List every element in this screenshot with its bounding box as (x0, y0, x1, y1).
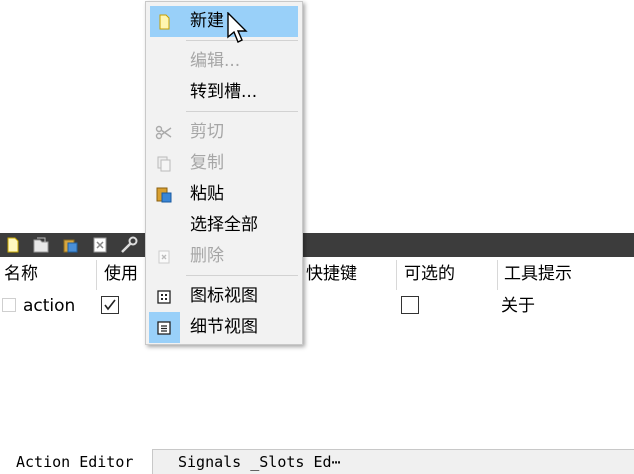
menu-item-label: 细节视图 (190, 317, 258, 337)
menu-item-cut[interactable]: 剪切 (146, 117, 302, 148)
menu-item-label: 新建 (190, 11, 224, 31)
delete-icon[interactable] (91, 236, 109, 254)
new-icon[interactable] (4, 236, 22, 254)
mouse-cursor-icon (227, 11, 249, 48)
delete-icon (154, 247, 174, 267)
menu-item-label: 剪切 (190, 122, 224, 142)
used-checkbox[interactable] (101, 296, 119, 314)
wrench-icon[interactable] (119, 236, 138, 254)
menu-separator (186, 111, 298, 112)
checkable-checkbox[interactable] (401, 296, 419, 314)
column-header-used[interactable]: 使用 (104, 260, 138, 288)
tooltip-cell[interactable]: 关于 (501, 294, 535, 318)
column-header-shortcut[interactable]: 快捷键 (306, 260, 357, 288)
paste-icon (154, 185, 174, 205)
menu-separator (186, 275, 298, 276)
action-name-cell[interactable]: action (23, 294, 75, 318)
menu-item-copy[interactable]: 复制 (146, 148, 302, 179)
new-doc-icon (154, 12, 174, 32)
menu-item-new[interactable]: 新建 (150, 6, 298, 37)
column-header-checkable[interactable]: 可选的 (404, 260, 455, 288)
menu-item-label: 粘贴 (190, 184, 224, 204)
column-header-tooltip[interactable]: 工具提示 (504, 260, 572, 288)
tab-action-editor[interactable]: Action Editor (16, 450, 133, 474)
menu-item-go-to-slot[interactable]: 转到槽... (146, 77, 302, 108)
column-header-name[interactable]: 名称 (4, 260, 38, 288)
column-divider (96, 260, 97, 290)
menu-item-label: 复制 (190, 153, 224, 173)
menu-item-icon-view[interactable]: 图标视图 (146, 281, 302, 312)
copy-paste-icon[interactable] (61, 236, 79, 254)
menu-item-label: 删除 (190, 246, 224, 266)
menu-item-label: 图标视图 (190, 286, 258, 306)
menu-item-select-all[interactable]: 选择全部 (146, 210, 302, 241)
menu-item-delete[interactable]: 删除 (146, 241, 302, 272)
action-toolbar (0, 233, 634, 257)
menu-item-edit[interactable]: 编辑... (146, 46, 302, 77)
copy-icon (154, 154, 174, 174)
menu-item-label: 转到槽... (190, 82, 258, 102)
menu-item-label: 编辑... (190, 51, 241, 71)
tab-signals-slots-editor[interactable]: Signals _Slots Ed⋯ (178, 450, 341, 474)
menu-item-paste[interactable]: 粘贴 (146, 179, 302, 210)
menu-item-label: 选择全部 (190, 215, 258, 235)
action-icon-placeholder (2, 298, 16, 312)
column-divider (497, 260, 498, 290)
column-divider (396, 260, 397, 290)
detail-view-icon (154, 318, 174, 338)
icon-view-icon (154, 287, 174, 307)
open-icon[interactable] (32, 236, 50, 254)
scissors-icon (154, 123, 174, 143)
menu-item-detail-view[interactable]: 细节视图 (146, 312, 302, 343)
context-menu: 新建 编辑... 转到槽... 剪切 复制 粘贴 选择全部 删除 图标视图 细节… (145, 1, 303, 345)
